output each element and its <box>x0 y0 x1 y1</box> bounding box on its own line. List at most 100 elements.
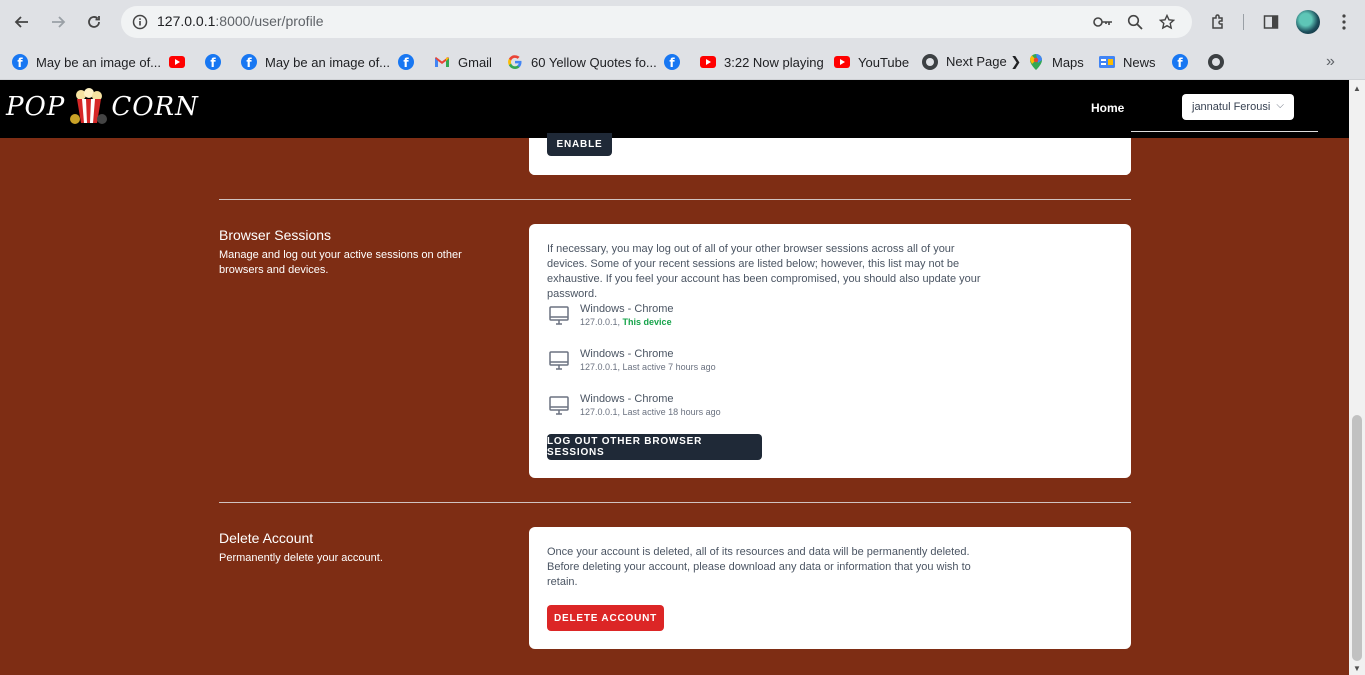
sessions-intro: If necessary, you may log out of all of … <box>547 243 981 300</box>
bookmarks-overflow-button[interactable]: » <box>1326 51 1335 73</box>
bookmark-item[interactable] <box>169 51 193 73</box>
bookmark-label: Gmail <box>458 54 492 70</box>
side-panel-icon[interactable] <box>1259 10 1283 34</box>
session-last-active: Last active 7 hours ago <box>622 362 716 372</box>
enable-2fa-button-visible[interactable]: ENABLE <box>547 133 612 156</box>
youtube-icon <box>169 54 185 70</box>
news-icon <box>1099 54 1115 70</box>
session-meta: 127.0.0.1, Last active 7 hours ago <box>580 362 716 372</box>
popcorn-icon <box>67 87 109 127</box>
logout-other-sessions-button[interactable]: LOG OUT OTHER BROWSER SESSIONS <box>547 434 762 460</box>
delete-account-button[interactable]: DELETE ACCOUNT <box>547 605 664 631</box>
two-factor-card-visible: ENABLE <box>529 133 1131 175</box>
youtube-icon <box>834 54 850 70</box>
logo-text-right: CORN <box>111 92 199 122</box>
scroll-down-icon[interactable]: ▼ <box>1353 664 1361 673</box>
bookmark-item[interactable]: News <box>1099 51 1156 73</box>
section-divider <box>219 199 1131 200</box>
bookmark-label: May be an image of... <box>36 54 162 70</box>
delete-account-card: Once your account is deleted, all of its… <box>529 527 1131 649</box>
monitor-icon <box>549 396 569 415</box>
sessions-title: Browser Sessions <box>219 227 332 243</box>
session-device: Windows - Chrome <box>580 393 674 405</box>
bookmarks-bar: f May be an image of... f f May be an imag… <box>0 44 1365 80</box>
session-meta: 127.0.0.1, This device <box>580 317 672 327</box>
bookmark-item[interactable]: f <box>664 51 688 73</box>
delete-account-description: Permanently delete your account. <box>219 552 383 564</box>
session-ip: 127.0.0.1, <box>580 362 623 372</box>
session-ip: 127.0.0.1, <box>580 317 623 327</box>
bookmark-item[interactable]: f May be an image of... <box>12 51 161 73</box>
bookmark-label: Maps <box>1052 54 1084 70</box>
back-icon[interactable] <box>10 10 34 34</box>
bookmark-item[interactable]: f <box>398 51 422 73</box>
site-info-icon[interactable] <box>129 11 151 33</box>
facebook-icon: f <box>398 54 414 70</box>
bookmark-label: Next Page ❯ <box>946 54 1022 69</box>
bookmark-item[interactable]: 60 Yellow Quotes fo... <box>507 51 657 73</box>
session-meta: 127.0.0.1, Last active 18 hours ago <box>580 407 721 417</box>
url-text: 127.0.0.1:8000/user/profile <box>157 13 324 29</box>
session-last-active: Last active 18 hours ago <box>622 407 721 417</box>
scroll-up-icon[interactable]: ▲ <box>1353 84 1361 93</box>
globe-icon <box>922 54 938 70</box>
delete-account-title: Delete Account <box>219 530 314 546</box>
key-icon[interactable] <box>1093 12 1113 32</box>
toolbar-separator <box>1243 14 1244 30</box>
session-current-badge: This device <box>622 317 672 327</box>
bookmark-label: YouTube <box>858 54 910 70</box>
google-icon <box>507 54 523 70</box>
profile-avatar[interactable] <box>1296 10 1320 34</box>
bookmark-label: May be an image of... <box>265 54 391 70</box>
session-device: Windows - Chrome <box>580 303 674 315</box>
session-ip: 127.0.0.1, <box>580 407 623 417</box>
forward-icon[interactable] <box>46 10 70 34</box>
reload-icon[interactable] <box>82 10 106 34</box>
bookmark-label: 3:22 Now playing <box>724 54 824 70</box>
user-name: jannatul Ferousi <box>1192 101 1271 113</box>
bookmark-item[interactable]: 3:22 Now playing <box>700 51 824 73</box>
globe-icon <box>1208 54 1224 70</box>
bookmark-item[interactable]: Next Page ❯ <box>922 51 1021 73</box>
maps-icon <box>1028 54 1044 70</box>
app-header-backdrop <box>0 80 1349 138</box>
youtube-icon <box>700 54 716 70</box>
monitor-icon <box>549 351 569 370</box>
bookmark-item[interactable]: f <box>1172 51 1196 73</box>
bookmark-label: News <box>1123 54 1156 70</box>
facebook-icon: f <box>241 54 257 70</box>
monitor-icon <box>549 306 569 325</box>
scrollbar-thumb[interactable] <box>1352 415 1362 661</box>
logo-overlay[interactable]: POP CORN <box>6 86 199 128</box>
header-underline-overlay <box>1131 131 1318 132</box>
logo-text-left: POP <box>6 92 66 122</box>
bookmark-item[interactable]: YouTube <box>834 51 909 73</box>
chevron-down-icon: ⌵ <box>1276 100 1284 111</box>
user-dropdown-overlay[interactable]: jannatul Ferousi ⌵ <box>1182 94 1294 120</box>
page-scrollbar[interactable]: ▲ ▼ <box>1349 80 1365 675</box>
extensions-icon[interactable] <box>1206 10 1230 34</box>
sessions-description: Manage and log out your active sessions … <box>219 249 462 276</box>
address-bar[interactable]: 127.0.0.1:8000/user/profile <box>121 6 1192 38</box>
facebook-icon: f <box>664 54 680 70</box>
browser-toolbar: 127.0.0.1:8000/user/profile <box>0 0 1365 44</box>
facebook-icon: f <box>12 54 28 70</box>
bookmark-item[interactable]: Gmail <box>434 51 492 73</box>
star-icon[interactable] <box>1157 12 1177 32</box>
menu-dots-icon[interactable] <box>1332 10 1356 34</box>
bookmark-item[interactable]: f <box>205 51 229 73</box>
bookmark-item[interactable]: f May be an image of... <box>241 51 390 73</box>
url-path: :8000/user/profile <box>215 13 324 29</box>
delete-account-warning: Once your account is deleted, all of its… <box>547 546 971 588</box>
session-device: Windows - Chrome <box>580 348 674 360</box>
gmail-icon <box>434 54 450 70</box>
sessions-card: If necessary, you may log out of all of … <box>529 224 1131 478</box>
facebook-icon: f <box>205 54 221 70</box>
bookmark-label: 60 Yellow Quotes fo... <box>531 54 657 70</box>
zoom-icon[interactable] <box>1125 12 1145 32</box>
section-divider <box>219 502 1131 503</box>
bookmark-item[interactable] <box>1208 51 1232 73</box>
bookmark-item[interactable]: Maps <box>1028 51 1084 73</box>
nav-home-link-overlay[interactable]: Home <box>1091 101 1124 115</box>
facebook-icon: f <box>1172 54 1188 70</box>
